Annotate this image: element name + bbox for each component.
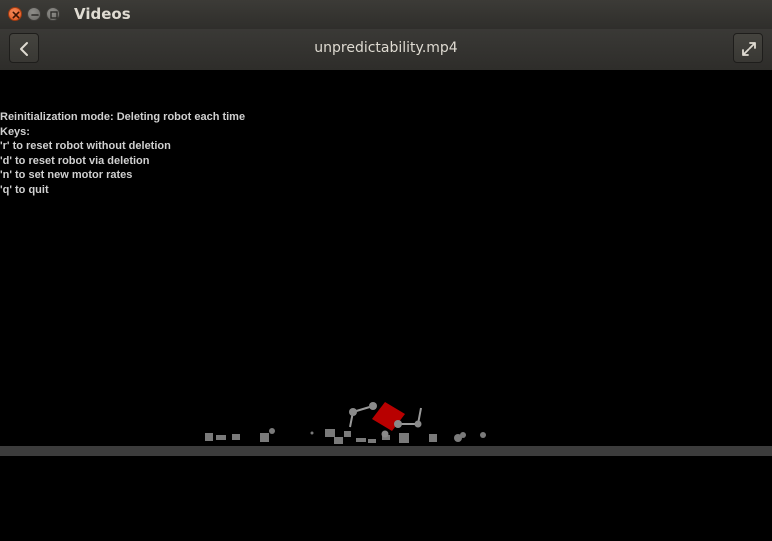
simulation-scene — [0, 402, 772, 456]
maximize-icon[interactable] — [46, 7, 60, 21]
video-frame[interactable]: Reinitialization mode: Deleting robot ea… — [0, 70, 772, 541]
overlay-line-n: 'n' to set new motor rates — [0, 169, 133, 182]
debris — [205, 428, 486, 444]
app-title: Videos — [74, 5, 131, 23]
close-icon[interactable] — [8, 7, 22, 21]
overlay-line-q: 'q' to quit — [0, 183, 49, 196]
overlay-line-r: 'r' to reset robot without deletion — [0, 140, 171, 153]
minimize-icon[interactable] — [27, 7, 41, 21]
window-titlebar: Videos — [0, 0, 772, 29]
video-overlay-text: Reinitialization mode: Deleting robot ea… — [0, 110, 245, 198]
overlay-line-mode: Reinitialization mode: Deleting robot ea… — [0, 111, 246, 123]
video-file-title: unpredictability.mp4 — [314, 40, 458, 56]
robot — [349, 402, 422, 438]
overlay-line-keys: Keys: — [0, 125, 30, 138]
ground-plane — [0, 446, 772, 456]
overlay-line-d: 'd' to reset robot via deletion — [0, 154, 150, 167]
